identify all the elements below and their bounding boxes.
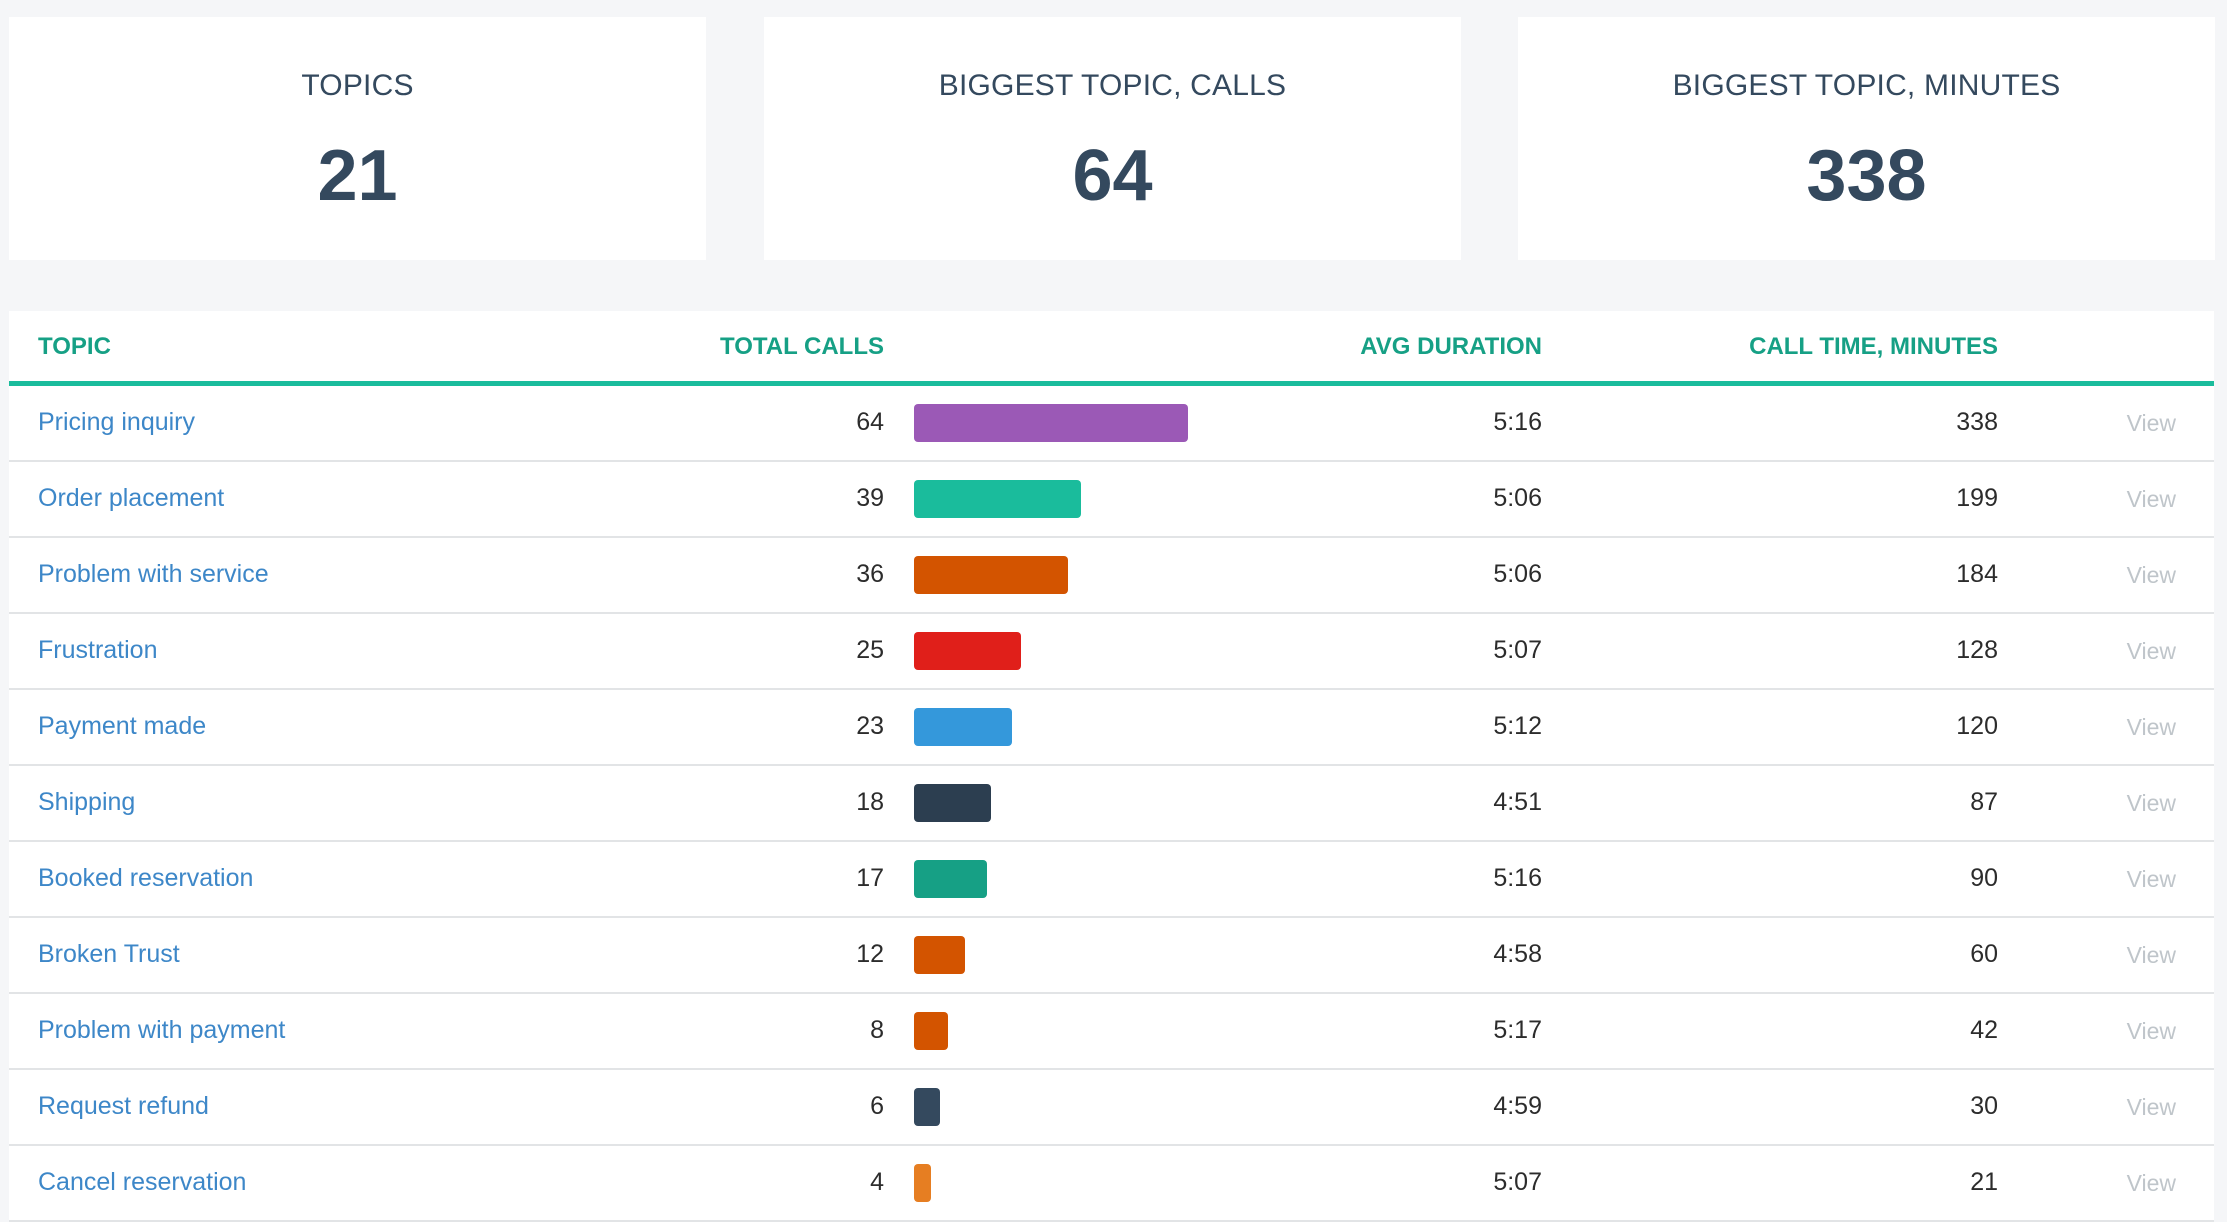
- stat-value: 338: [1806, 136, 1927, 216]
- column-header-total-calls[interactable]: TOTAL CALLS: [720, 333, 884, 361]
- view-link[interactable]: View: [2127, 714, 2176, 741]
- column-header-avg-duration[interactable]: AVG DURATION: [1360, 333, 1542, 361]
- avg-duration-value: 4:58: [1493, 940, 1542, 968]
- calls-bar: [914, 1088, 940, 1126]
- total-calls-value: 23: [856, 712, 884, 740]
- total-calls-value: 6: [870, 1092, 884, 1120]
- table-row: Shipping 18 4:51 87 View: [9, 766, 2214, 842]
- avg-duration-value: 5:07: [1493, 1168, 1542, 1196]
- table-row: Request refund 6 4:59 30 View: [9, 1070, 2214, 1146]
- call-time-value: 60: [1970, 940, 1998, 968]
- total-calls-value: 4: [870, 1168, 884, 1196]
- stat-label: BIGGEST TOPIC, CALLS: [938, 69, 1287, 102]
- view-link[interactable]: View: [2127, 410, 2176, 437]
- topic-link[interactable]: Cancel reservation: [38, 1168, 246, 1197]
- call-time-value: 120: [1956, 712, 1998, 740]
- topic-link[interactable]: Order placement: [38, 484, 224, 513]
- calls-bar: [914, 556, 1068, 594]
- avg-duration-value: 5:06: [1493, 484, 1542, 512]
- stat-card-topics: TOPICS 21: [9, 17, 706, 260]
- avg-duration-value: 5:17: [1493, 1016, 1542, 1044]
- total-calls-value: 18: [856, 788, 884, 816]
- topic-link[interactable]: Problem with service: [38, 560, 269, 589]
- avg-duration-value: 5:16: [1493, 408, 1542, 436]
- total-calls-value: 17: [856, 864, 884, 892]
- table-row: Problem with payment 8 5:17 42 View: [9, 994, 2214, 1070]
- view-link[interactable]: View: [2127, 1170, 2176, 1197]
- avg-duration-value: 5:07: [1493, 636, 1542, 664]
- table-row: Payment made 23 5:12 120 View: [9, 690, 2214, 766]
- calls-bar: [914, 708, 1012, 746]
- table-row: Problem with service 36 5:06 184 View: [9, 538, 2214, 614]
- topic-link[interactable]: Payment made: [38, 712, 206, 741]
- view-link[interactable]: View: [2127, 790, 2176, 817]
- call-time-value: 21: [1970, 1168, 1998, 1196]
- topic-link[interactable]: Frustration: [38, 636, 157, 665]
- view-link[interactable]: View: [2127, 638, 2176, 665]
- topic-link[interactable]: Booked reservation: [38, 864, 253, 893]
- table-row: Frustration 25 5:07 128 View: [9, 614, 2214, 690]
- view-link[interactable]: View: [2127, 866, 2176, 893]
- call-time-value: 87: [1970, 788, 1998, 816]
- total-calls-value: 25: [856, 636, 884, 664]
- stat-label: TOPICS: [301, 69, 414, 102]
- avg-duration-value: 4:59: [1493, 1092, 1542, 1120]
- avg-duration-value: 5:06: [1493, 560, 1542, 588]
- topic-link[interactable]: Request refund: [38, 1092, 209, 1121]
- calls-bar: [914, 1012, 948, 1050]
- call-time-value: 338: [1956, 408, 1998, 436]
- total-calls-value: 39: [856, 484, 884, 512]
- avg-duration-value: 4:51: [1493, 788, 1542, 816]
- topic-link[interactable]: Broken Trust: [38, 940, 180, 969]
- table-row: Cancel reservation 4 5:07 21 View: [9, 1146, 2214, 1222]
- view-link[interactable]: View: [2127, 562, 2176, 589]
- calls-bar: [914, 860, 987, 898]
- call-time-value: 90: [1970, 864, 1998, 892]
- table-row: Order placement 39 5:06 199 View: [9, 462, 2214, 538]
- view-link[interactable]: View: [2127, 1018, 2176, 1045]
- view-link[interactable]: View: [2127, 1094, 2176, 1121]
- call-time-value: 184: [1956, 560, 1998, 588]
- view-link[interactable]: View: [2127, 942, 2176, 969]
- calls-bar: [914, 632, 1021, 670]
- total-calls-value: 36: [856, 560, 884, 588]
- calls-bar: [914, 480, 1081, 518]
- view-link[interactable]: View: [2127, 486, 2176, 513]
- avg-duration-value: 5:16: [1493, 864, 1542, 892]
- stat-value: 21: [317, 136, 398, 216]
- topics-table: TOPIC TOTAL CALLS AVG DURATION CALL TIME…: [9, 311, 2214, 1222]
- calls-bar: [914, 1164, 931, 1202]
- call-time-value: 30: [1970, 1092, 1998, 1120]
- avg-duration-value: 5:12: [1493, 712, 1542, 740]
- table-row: Pricing inquiry 64 5:16 338 View: [9, 386, 2214, 462]
- stat-label: BIGGEST TOPIC, MINUTES: [1672, 69, 2061, 102]
- calls-bar: [914, 784, 991, 822]
- column-header-call-time[interactable]: CALL TIME, MINUTES: [1749, 333, 1998, 361]
- total-calls-value: 12: [856, 940, 884, 968]
- stat-card-biggest-topic-minutes: BIGGEST TOPIC, MINUTES 338: [1518, 17, 2215, 260]
- table-header: TOPIC TOTAL CALLS AVG DURATION CALL TIME…: [9, 311, 2214, 386]
- table-body: Pricing inquiry 64 5:16 338 View Order placem…: [9, 386, 2214, 1222]
- stat-value: 64: [1072, 136, 1153, 216]
- topic-link[interactable]: Shipping: [38, 788, 135, 817]
- topic-link[interactable]: Pricing inquiry: [38, 408, 195, 437]
- call-time-value: 128: [1956, 636, 1998, 664]
- calls-bar: [914, 936, 965, 974]
- total-calls-value: 64: [856, 408, 884, 436]
- table-row: Booked reservation 17 5:16 90 View: [9, 842, 2214, 918]
- call-time-value: 42: [1970, 1016, 1998, 1044]
- topic-link[interactable]: Problem with payment: [38, 1016, 285, 1045]
- table-row: Broken Trust 12 4:58 60 View: [9, 918, 2214, 994]
- call-time-value: 199: [1956, 484, 1998, 512]
- calls-bar: [914, 404, 1188, 442]
- total-calls-value: 8: [870, 1016, 884, 1044]
- column-header-topic[interactable]: TOPIC: [38, 333, 111, 361]
- stat-card-biggest-topic-calls: BIGGEST TOPIC, CALLS 64: [764, 17, 1461, 260]
